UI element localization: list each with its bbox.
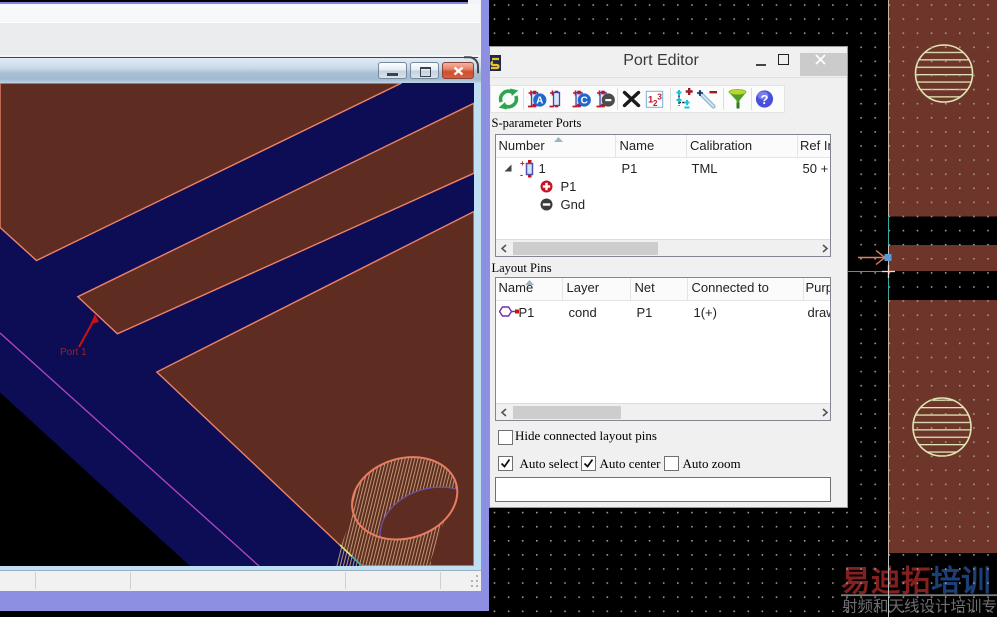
- svg-text:?: ?: [760, 92, 768, 107]
- svg-text:+: +: [520, 159, 525, 168]
- svg-text:-: -: [520, 170, 523, 179]
- svg-text:Port 1: Port 1: [60, 347, 87, 358]
- svg-text:A: A: [536, 96, 543, 107]
- svg-text:C: C: [580, 96, 587, 107]
- svg-text:3: 3: [657, 92, 662, 102]
